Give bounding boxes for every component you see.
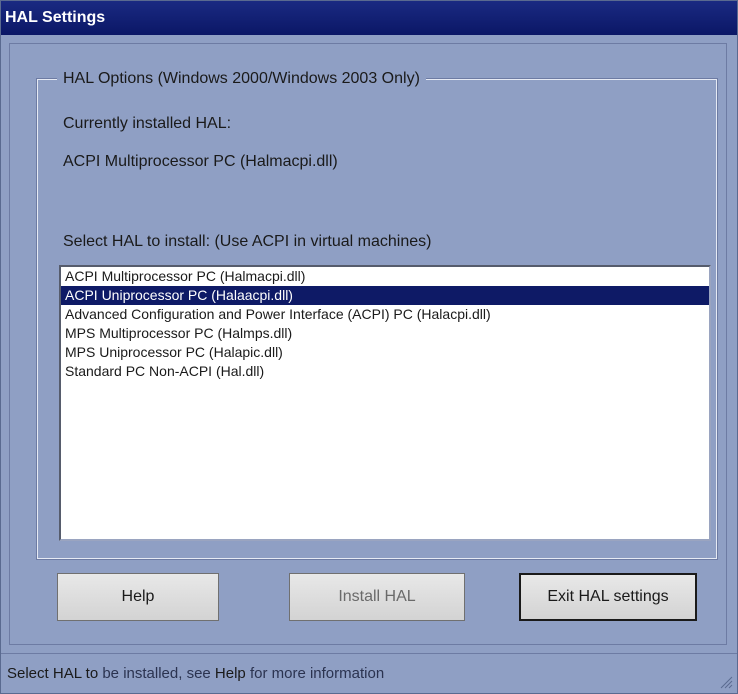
hal-settings-window: HAL Settings HAL Options (Windows 2000/W…	[0, 0, 738, 694]
exit-hal-settings-button[interactable]: Exit HAL settings	[519, 573, 697, 621]
list-item[interactable]: Standard PC Non-ACPI (Hal.dll)	[61, 362, 709, 381]
current-hal-label: Currently installed HAL:	[63, 115, 232, 132]
status-text-a: Select HAL to	[7, 665, 99, 682]
list-item[interactable]: ACPI Multiprocessor PC (Halmacpi.dll)	[61, 267, 709, 286]
window-title: HAL Settings	[1, 1, 737, 35]
list-item[interactable]: MPS Multiprocessor PC (Halmps.dll)	[61, 324, 709, 343]
list-item[interactable]: MPS Uniprocessor PC (Halapic.dll)	[61, 343, 709, 362]
resize-grip-icon[interactable]	[719, 675, 733, 689]
current-hal-value: ACPI Multiprocessor PC (Halmacpi.dll)	[63, 153, 338, 170]
group-legend: HAL Options (Windows 2000/Windows 2003 O…	[57, 70, 426, 88]
select-hal-label: Select HAL to install: (Use ACPI in virt…	[63, 233, 432, 250]
status-text-b: be installed, see	[102, 665, 211, 682]
list-item-selected[interactable]: ACPI Uniprocessor PC (Halaacpi.dll)	[61, 286, 709, 305]
list-item[interactable]: Advanced Configuration and Power Interfa…	[61, 305, 709, 324]
install-hal-button[interactable]: Install HAL	[289, 573, 465, 621]
help-button[interactable]: Help	[57, 573, 219, 621]
status-text-d: for more information	[249, 665, 385, 682]
hal-listbox[interactable]: ACPI Multiprocessor PC (Halmacpi.dll) AC…	[59, 265, 711, 541]
status-bar: Select HAL to be installed, see Help for…	[1, 653, 737, 693]
status-text-c: Help	[214, 665, 246, 682]
